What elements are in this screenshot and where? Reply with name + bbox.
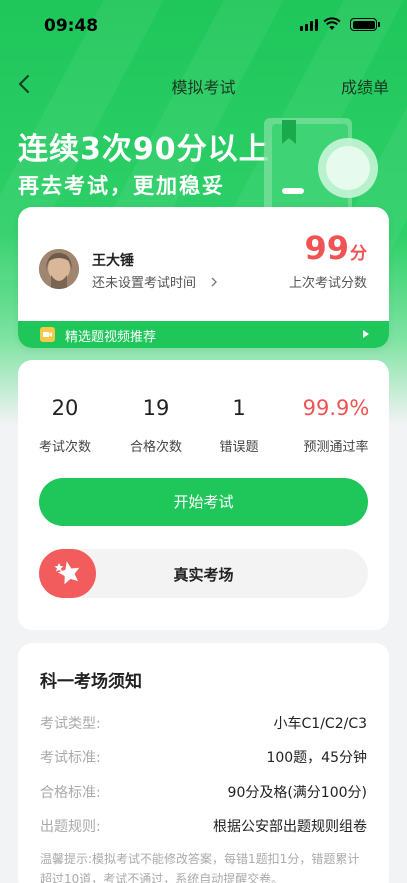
notice-row: 出题规则: 根据公安部出题规则组卷 (40, 816, 367, 838)
notice-key: 出题规则: (40, 819, 101, 835)
start-exam-button[interactable]: 开始考试 (39, 478, 368, 526)
wifi-icon (323, 17, 341, 30)
signal-icon (300, 19, 318, 31)
stat-wrong-count[interactable]: 1 错误题 (211, 396, 267, 455)
avatar[interactable] (39, 249, 79, 289)
notice-key: 合格标准: (40, 785, 101, 801)
stat-exam-count: 20 考试次数 (32, 396, 98, 455)
nav-bar: 模拟考试 成绩单 (0, 64, 407, 104)
notice-value: 90分及格(满分100分) (227, 785, 367, 801)
stat-value: 20 (51, 396, 79, 420)
hero-subheadline: 再去考试，更加稳妥 (18, 174, 225, 198)
stat-label: 预测通过率 (303, 440, 369, 455)
stat-pass-count: 19 合格次数 (123, 396, 189, 455)
video-icon (40, 327, 55, 342)
stat-label: 合格次数 (129, 440, 182, 455)
hero-headline: 连续3次90分以上 (18, 132, 270, 167)
notice-row: 合格标准: 90分及格(满分100分) (40, 782, 367, 804)
last-score-unit: 分 (350, 244, 367, 264)
stat-value: 19 (142, 396, 170, 420)
real-exam-button[interactable]: 真实考场 (39, 549, 368, 598)
exam-notice-card: 科一考场须知 考试类型: 小车C1/C2/C3 考试标准: 100题，45分钟 … (18, 643, 389, 883)
last-score: 99分 (304, 229, 367, 267)
stat-value: 1 (232, 396, 246, 420)
video-recommend-bar[interactable]: 精选题视频推荐 (18, 321, 389, 348)
notice-key: 考试类型: (40, 716, 101, 732)
exam-time-setting[interactable]: 还未设置考试时间 (92, 272, 220, 291)
stat-label: 考试次数 (38, 440, 91, 455)
last-score-value: 99 (304, 229, 349, 267)
status-time: 09:48 (44, 16, 99, 36)
last-score-label: 上次考试分数 (288, 276, 367, 291)
exam-time-label: 还未设置考试时间 (92, 276, 197, 291)
stat-pass-rate: 99.9% 预测通过率 (296, 396, 376, 455)
video-recommend-label: 精选题视频推荐 (65, 330, 157, 345)
notice-key: 考试标准: (40, 750, 101, 766)
status-bar: 09:48 (0, 0, 407, 52)
notice-value: 根据公安部出题规则组卷 (213, 819, 367, 835)
exam-stats-card: 20 考试次数 19 合格次数 1 错误题 99.9% 预测通过率 开始考试 真… (18, 360, 389, 630)
user-name: 王大锤 (92, 253, 134, 269)
profile-card: 王大锤 还未设置考试时间 99分 上次考试分数 精选题视频推荐 (18, 207, 389, 348)
notice-title: 科一考场须知 (40, 672, 142, 692)
notice-value: 100题，45分钟 (266, 750, 367, 766)
notice-row: 考试标准: 100题，45分钟 (40, 747, 367, 769)
score-report-link[interactable]: 成绩单 (341, 74, 389, 98)
real-exam-label: 真实考场 (173, 566, 234, 584)
stat-label: 错误题 (219, 440, 259, 455)
play-arrow-icon (363, 330, 369, 338)
notice-tip: 温馨提示:模拟考试不能修改答案，每错1题扣1分，错题累计超过10道，考试不通过，… (40, 852, 360, 883)
chevron-right-icon (211, 277, 218, 287)
notice-row: 考试类型: 小车C1/C2/C3 (40, 713, 367, 735)
book-lightbulb-illustration (264, 118, 378, 211)
stat-value: 99.9% (302, 396, 370, 420)
battery-icon (350, 18, 380, 31)
notice-value: 小车C1/C2/C3 (273, 716, 367, 732)
